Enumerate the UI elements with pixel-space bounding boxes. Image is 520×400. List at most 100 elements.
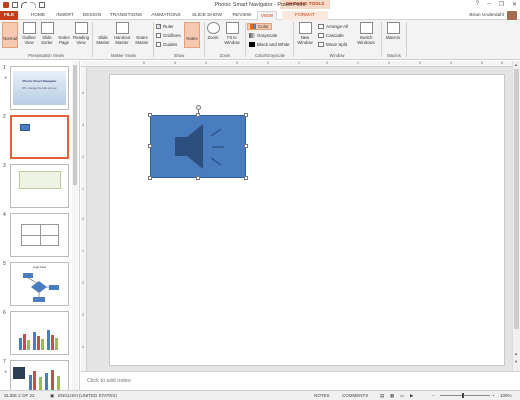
color-swatch-icon bbox=[250, 24, 256, 29]
tab-transitions[interactable]: TRANSITIONS bbox=[108, 11, 144, 20]
reading-view-icon bbox=[74, 22, 88, 34]
tab-home[interactable]: HOME bbox=[26, 11, 50, 20]
resize-handle-top-right[interactable] bbox=[244, 113, 248, 117]
tab-insert[interactable]: INSERT bbox=[53, 11, 77, 20]
zoom-slider-knob[interactable] bbox=[462, 393, 464, 398]
group-label-zoom: Zoom bbox=[219, 53, 231, 58]
zoom-out-icon[interactable]: − bbox=[432, 393, 435, 398]
ruler-checkbox[interactable]: ✓ Ruler bbox=[156, 24, 174, 29]
slide-thumbnail-6[interactable]: 6 bbox=[3, 310, 71, 358]
rotation-handle[interactable] bbox=[196, 105, 201, 110]
restore-button[interactable]: ❐ bbox=[499, 1, 504, 8]
black-and-white-button[interactable]: Black and White bbox=[247, 41, 292, 48]
new-window-icon bbox=[298, 22, 312, 34]
speaker-icon bbox=[175, 124, 224, 169]
group-separator bbox=[153, 22, 154, 57]
handout-master-button[interactable]: Handout Master bbox=[112, 22, 132, 48]
resize-handle-top[interactable] bbox=[196, 113, 200, 117]
group-label-master-views: Master Views bbox=[110, 53, 137, 58]
thumbnail-frame: Phonic Smart Navigator DTs, manage the t… bbox=[10, 66, 69, 110]
group-label-color-grayscale: Color/Grayscale bbox=[254, 53, 286, 58]
thumbnail-frame bbox=[10, 311, 69, 355]
speaker-shape[interactable] bbox=[150, 115, 246, 178]
vertical-ruler: 4 3 2 1 0 1 2 3 4 bbox=[81, 67, 87, 371]
vertical-scrollbar[interactable]: ▲ ▲ ▼ bbox=[512, 61, 520, 371]
resize-handle-bottom[interactable] bbox=[196, 176, 200, 180]
gridlines-checkbox[interactable]: Gridlines bbox=[156, 33, 181, 38]
thumbnail-frame bbox=[10, 164, 69, 208]
zoom-level[interactable]: 100% bbox=[500, 393, 512, 398]
slide-counter: SLIDE 2 OF 22 bbox=[4, 393, 35, 398]
zoom-in-icon[interactable]: + bbox=[492, 393, 495, 398]
resize-handle-bottom-right[interactable] bbox=[244, 176, 248, 180]
resize-handle-bottom-left[interactable] bbox=[148, 176, 152, 180]
cascade-button[interactable]: Cascade bbox=[318, 33, 344, 38]
reading-view-button[interactable]: Reading View bbox=[73, 22, 89, 48]
language-indicator[interactable]: ENGLISH (UNITED STATES) bbox=[58, 393, 117, 398]
comments-toggle[interactable]: COMMENTS bbox=[342, 393, 368, 398]
move-split-button[interactable]: Move Split bbox=[318, 42, 347, 47]
switch-windows-button[interactable]: Switch Windows bbox=[354, 22, 378, 48]
slide-thumbnail-2[interactable]: 2 bbox=[3, 114, 71, 162]
slide-thumbnail-4[interactable]: 4 bbox=[3, 212, 71, 260]
slide-thumbnail-7[interactable]: 7 ★ bbox=[3, 359, 71, 390]
notes-pane[interactable]: Click to add notes bbox=[81, 371, 520, 390]
resize-handle-right[interactable] bbox=[244, 144, 248, 148]
macros-button[interactable]: Macros bbox=[384, 22, 402, 48]
scroll-up-icon[interactable]: ▲ bbox=[514, 62, 518, 67]
slide-thumbnail-5[interactable]: 5 Logic Flow bbox=[3, 261, 71, 309]
macros-icon bbox=[386, 22, 400, 34]
reading-view-status-icon[interactable]: ▭ bbox=[400, 393, 404, 399]
group-label-window: Window bbox=[329, 53, 345, 58]
next-slide-icon[interactable]: ▼ bbox=[514, 359, 518, 364]
close-button[interactable]: ✕ bbox=[512, 1, 517, 8]
slide-sorter-button[interactable]: Slide Sorter bbox=[39, 22, 55, 48]
user-name[interactable]: Brian Underdahl bbox=[469, 13, 504, 18]
thumbnail-frame: Logic Flow bbox=[10, 262, 69, 306]
checkbox-icon bbox=[156, 33, 161, 38]
guides-checkbox[interactable]: Guides bbox=[156, 42, 177, 47]
slideshow-status-icon[interactable]: ▶ bbox=[410, 393, 413, 399]
tab-review[interactable]: REVIEW bbox=[230, 11, 254, 20]
zoom-slider[interactable] bbox=[440, 395, 490, 396]
normal-view-status-icon[interactable]: ▤ bbox=[380, 393, 384, 399]
grayscale-button[interactable]: Grayscale bbox=[247, 32, 279, 39]
arrange-all-button[interactable]: Arrange All bbox=[318, 24, 348, 29]
fit-to-window-icon bbox=[225, 22, 239, 34]
zoom-button[interactable]: Zoom bbox=[206, 22, 220, 48]
notes-master-button[interactable]: Notes Master bbox=[133, 22, 230, 400]
slide-master-button[interactable]: Slide Master bbox=[95, 22, 219, 108]
tab-animations[interactable]: ANIMATIONS bbox=[148, 11, 184, 20]
help-button[interactable]: ? bbox=[476, 1, 479, 8]
horizontal-ruler: 6 5 4 3 2 1 0 1 2 3 4 5 6 bbox=[81, 61, 513, 67]
tab-design[interactable]: DESIGN bbox=[80, 11, 104, 20]
resize-handle-left[interactable] bbox=[148, 144, 152, 148]
tab-file[interactable]: FILE bbox=[0, 11, 18, 20]
minimize-button[interactable]: – bbox=[487, 1, 490, 8]
transition-star-icon: ★ bbox=[4, 75, 8, 80]
notes-toggle[interactable]: NOTES bbox=[314, 393, 330, 398]
tab-slide-show[interactable]: SLIDE SHOW bbox=[190, 11, 224, 20]
prev-slide-icon[interactable]: ▲ bbox=[514, 351, 518, 356]
color-button[interactable]: Color bbox=[247, 23, 272, 30]
slide-thumbnail-1[interactable]: 1 ★ Phonic Smart Navigator DTs, manage t… bbox=[3, 65, 71, 113]
tab-format[interactable]: FORMAT bbox=[282, 11, 328, 20]
status-bar: SLIDE 2 OF 22 ▣ ENGLISH (UNITED STATES) … bbox=[0, 390, 520, 400]
bar-chart-thumbnail bbox=[19, 330, 58, 350]
notes-page-button[interactable]: Notes Page bbox=[56, 22, 152, 400]
notes-button[interactable]: Notes bbox=[184, 22, 280, 400]
thumbnail-scrollbar-thumb[interactable] bbox=[73, 65, 77, 185]
fit-to-window-button[interactable]: Fit to Window bbox=[221, 22, 243, 48]
grayscale-swatch-icon bbox=[249, 33, 255, 38]
new-window-button[interactable]: New Window bbox=[295, 22, 315, 48]
group-separator bbox=[245, 22, 246, 57]
slide-thumbnail-3[interactable]: 3 bbox=[3, 163, 71, 211]
resize-handle-top-left[interactable] bbox=[148, 113, 152, 117]
slide-sorter-status-icon[interactable]: ▦ bbox=[390, 393, 394, 399]
spell-check-icon[interactable]: ▣ bbox=[50, 393, 54, 399]
scrollbar-thumb[interactable] bbox=[514, 69, 519, 329]
slide-thumbnail-panel: 1 ★ Phonic Smart Navigator DTs, manage t… bbox=[0, 61, 80, 390]
outline-view-button[interactable]: Outline View bbox=[20, 22, 38, 48]
avatar[interactable] bbox=[507, 11, 517, 20]
normal-view-button[interactable]: Normal bbox=[2, 22, 126, 109]
